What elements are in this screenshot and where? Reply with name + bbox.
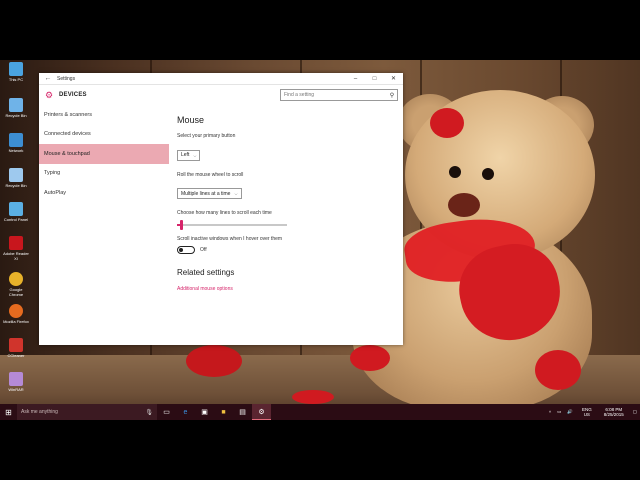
section-heading: Mouse: [177, 115, 205, 125]
chevron-up-icon[interactable]: ^: [549, 410, 551, 415]
sidebar-item-printers-scanners[interactable]: Printers & scanners: [39, 105, 169, 125]
recycle-bin-icon: [9, 168, 23, 182]
system-tray: ^ ▭ 🔊 ENG US 6:08 PM 8/25/2015 ▢: [546, 407, 640, 417]
slider-track: [177, 224, 287, 226]
page-header: ⚙ DEVICES ⚲: [39, 85, 403, 105]
taskbar-store[interactable]: ▣: [195, 404, 214, 420]
window-title: Settings: [57, 75, 76, 82]
wallpaper-bear-eye: [482, 168, 494, 180]
close-button[interactable]: ✕: [384, 75, 403, 82]
wallpaper-heart: [535, 350, 581, 390]
desktop: This PC Recycle Bin Network Recycle Bin …: [0, 60, 640, 420]
toggle-state: Off: [200, 247, 207, 253]
desktop-icon-adobe-reader[interactable]: Adobe Reader XI: [3, 236, 29, 261]
desktop-icon-control-panel[interactable]: Control Panel: [3, 202, 29, 222]
desktop-icon-network[interactable]: Network: [3, 133, 29, 153]
sidebar-item-connected-devices[interactable]: Connected devices: [39, 125, 169, 145]
adobe-reader-icon: [9, 236, 23, 250]
taskbar-notepad[interactable]: ▤: [233, 404, 252, 420]
desktop-icon-winrar[interactable]: WinRAR: [3, 372, 29, 392]
inactive-scroll-toggle[interactable]: [177, 246, 195, 254]
microphone-icon[interactable]: 🎙: [145, 409, 153, 416]
task-view-button[interactable]: ▭: [157, 404, 176, 420]
wallpaper-yarn: [186, 345, 242, 377]
lines-to-scroll-label: Choose how many lines to scroll each tim…: [177, 210, 272, 216]
control-panel-icon: [9, 202, 23, 216]
title-bar: ← Settings – □ ✕: [39, 73, 403, 85]
taskbar-file-explorer[interactable]: ■: [214, 404, 233, 420]
chrome-icon: [9, 272, 23, 286]
clock[interactable]: 6:08 PM 8/25/2015: [601, 407, 627, 417]
language-indicator[interactable]: ENG US: [579, 407, 595, 417]
gear-icon: ⚙: [44, 89, 54, 100]
inactive-scroll-label: Scroll inactive windows when I hover ove…: [177, 236, 283, 242]
start-button[interactable]: ⊞: [0, 404, 17, 420]
page-title: DEVICES: [59, 92, 87, 98]
sidebar-item-autoplay[interactable]: AutoPlay: [39, 183, 169, 203]
desktop-icon-firefox[interactable]: Mozilla Firefox: [3, 304, 29, 324]
primary-button-dropdown[interactable]: Left ⌵: [177, 149, 201, 161]
scroll-wheel-label: Roll the mouse wheel to scroll: [177, 171, 244, 178]
maximize-button[interactable]: □: [365, 76, 384, 82]
desktop-icon-recycle-bin-2[interactable]: Recycle Bin: [3, 168, 29, 188]
search-box[interactable]: ⚲: [280, 89, 398, 101]
wallpaper-heart: [292, 390, 334, 404]
taskbar: ⊞ Ask me anything 🎙 ▭ e ▣ ■ ▤ ⚙ ^ ▭ 🔊 EN…: [0, 404, 640, 420]
network-icon: [9, 133, 23, 147]
desktop-icon-this-pc[interactable]: This PC: [3, 62, 29, 82]
volume-icon[interactable]: 🔊: [567, 409, 573, 415]
search-input[interactable]: [281, 92, 387, 98]
search-icon[interactable]: ⚲: [387, 92, 397, 99]
recycle-bin-icon: [9, 98, 23, 112]
settings-window: ← Settings – □ ✕ ⚙ DEVICES ⚲ Printers & …: [39, 73, 403, 345]
firefox-icon: [9, 304, 23, 318]
chevron-down-icon: ⌵: [234, 191, 238, 196]
desktop-icon-chrome[interactable]: Google Chrome: [3, 272, 29, 297]
wallpaper-heart: [430, 108, 464, 138]
toggle-knob: [179, 248, 183, 252]
taskbar-edge[interactable]: e: [176, 404, 195, 420]
gear-icon: ⚙: [258, 408, 265, 416]
desktop-icon-recycle-bin[interactable]: Recycle Bin: [3, 98, 29, 118]
sidebar-nav: Printers & scanners Connected devices Mo…: [39, 105, 169, 203]
scroll-wheel-dropdown[interactable]: Multiple lines at a time ⌵: [177, 188, 242, 199]
taskbar-settings[interactable]: ⚙: [252, 404, 271, 420]
back-arrow-icon[interactable]: ←: [39, 75, 57, 82]
primary-button-label: Select your primary button: [177, 133, 236, 139]
additional-mouse-options-link[interactable]: Additional mouse options: [177, 286, 397, 292]
folder-icon: ■: [221, 408, 226, 416]
chevron-down-icon: ⌵: [193, 152, 197, 158]
minimize-button[interactable]: –: [346, 76, 365, 82]
desktop-icon-ccleaner[interactable]: CCleaner: [3, 338, 29, 358]
windows-logo-icon: ⊞: [5, 407, 12, 417]
cortana-search-box[interactable]: Ask me anything 🎙: [17, 404, 157, 420]
wallpaper-bear-eye: [449, 166, 461, 178]
inactive-scroll-row: Off: [177, 246, 397, 254]
task-view-icon: ▭: [163, 409, 170, 416]
related-settings-heading: Related settings: [177, 268, 235, 277]
sidebar-item-mouse-touchpad[interactable]: Mouse & touchpad: [39, 144, 169, 164]
ccleaner-icon: [9, 338, 23, 352]
wallpaper-bear-nose: [448, 193, 480, 217]
winrar-icon: [9, 372, 23, 386]
wallpaper-heart: [350, 345, 390, 371]
slider-thumb[interactable]: [180, 220, 184, 230]
computer-icon: [9, 62, 23, 76]
sidebar-item-typing[interactable]: Typing: [39, 164, 169, 184]
edge-icon: e: [183, 408, 188, 416]
lines-to-scroll-slider[interactable]: [177, 220, 287, 230]
notifications-icon[interactable]: ▭: [557, 409, 561, 415]
settings-content: Mouse Select your primary button Left ⌵ R…: [177, 115, 397, 292]
notepad-icon: ▤: [239, 409, 246, 416]
store-icon: ▣: [201, 409, 208, 416]
action-center-icon[interactable]: ▢: [633, 409, 637, 415]
